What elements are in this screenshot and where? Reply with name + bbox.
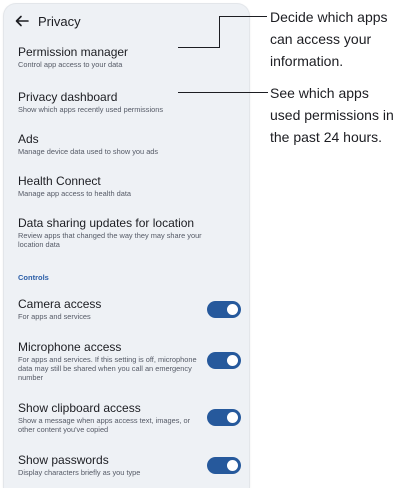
item-title: Show passwords (18, 453, 109, 467)
show-passwords-item[interactable]: Show passwords Display characters briefl… (18, 453, 198, 477)
item-title: Health Connect (18, 174, 101, 188)
data-sharing-updates-item[interactable]: Data sharing updates for location Review… (18, 216, 218, 249)
camera-access-item[interactable]: Camera access For apps and services (18, 297, 198, 321)
camera-access-toggle[interactable] (207, 301, 241, 318)
microphone-access-toggle[interactable] (207, 352, 241, 369)
callout-connector (219, 16, 221, 48)
item-subtitle: Manage app access to health data (18, 189, 131, 198)
callout-line-text: Decide which apps (270, 9, 388, 25)
item-subtitle: Display characters briefly as you type (18, 468, 141, 477)
controls-section-heading: Controls (18, 273, 49, 282)
item-subtitle: Review apps that changed the way they ma… (18, 231, 202, 249)
back-arrow-icon[interactable] (14, 13, 30, 29)
item-subtitle: Show which apps recently used permission… (18, 105, 164, 114)
show-clipboard-access-item[interactable]: Show clipboard access Show a message whe… (18, 401, 198, 434)
item-subtitle: For apps and services. If this setting i… (18, 355, 197, 382)
item-title: Camera access (18, 297, 102, 311)
callout-connector (178, 92, 268, 94)
ads-item[interactable]: Ads Manage device data used to show you … (18, 132, 218, 156)
privacy-settings-screen: Privacy Permission manager Control app a… (4, 4, 249, 488)
permission-manager-item[interactable]: Permission manager Control app access to… (18, 45, 218, 69)
item-subtitle: Control app access to your data (18, 60, 123, 69)
item-title: Data sharing updates for location (18, 216, 195, 230)
callout-line-text: See which apps (270, 85, 369, 101)
callout-connector (219, 16, 267, 18)
item-subtitle: Manage device data used to show you ads (18, 147, 159, 156)
page-title: Privacy (38, 14, 81, 29)
callout-line-text: used permissions in (270, 107, 394, 123)
item-subtitle: For apps and services (18, 312, 91, 321)
permission-manager-callout: Decide which apps can access your inform… (270, 6, 388, 72)
microphone-access-item[interactable]: Microphone access For apps and services.… (18, 340, 198, 382)
item-title: Microphone access (18, 340, 122, 354)
callout-line-text: the past 24 hours. (270, 129, 383, 145)
callout-line-text: can access your (270, 31, 372, 47)
item-title: Ads (18, 132, 39, 146)
health-connect-item[interactable]: Health Connect Manage app access to heal… (18, 174, 218, 198)
callout-connector (178, 47, 220, 49)
top-app-bar: Privacy (4, 4, 249, 40)
show-passwords-toggle[interactable] (207, 457, 241, 474)
clipboard-access-toggle[interactable] (207, 409, 241, 426)
item-title: Show clipboard access (18, 401, 141, 415)
callout-line-text: information. (270, 53, 344, 69)
privacy-dashboard-item[interactable]: Privacy dashboard Show which apps recent… (18, 90, 218, 114)
item-subtitle: Show a message when apps access text, im… (18, 416, 191, 434)
privacy-dashboard-callout: See which apps used permissions in the p… (270, 82, 394, 148)
